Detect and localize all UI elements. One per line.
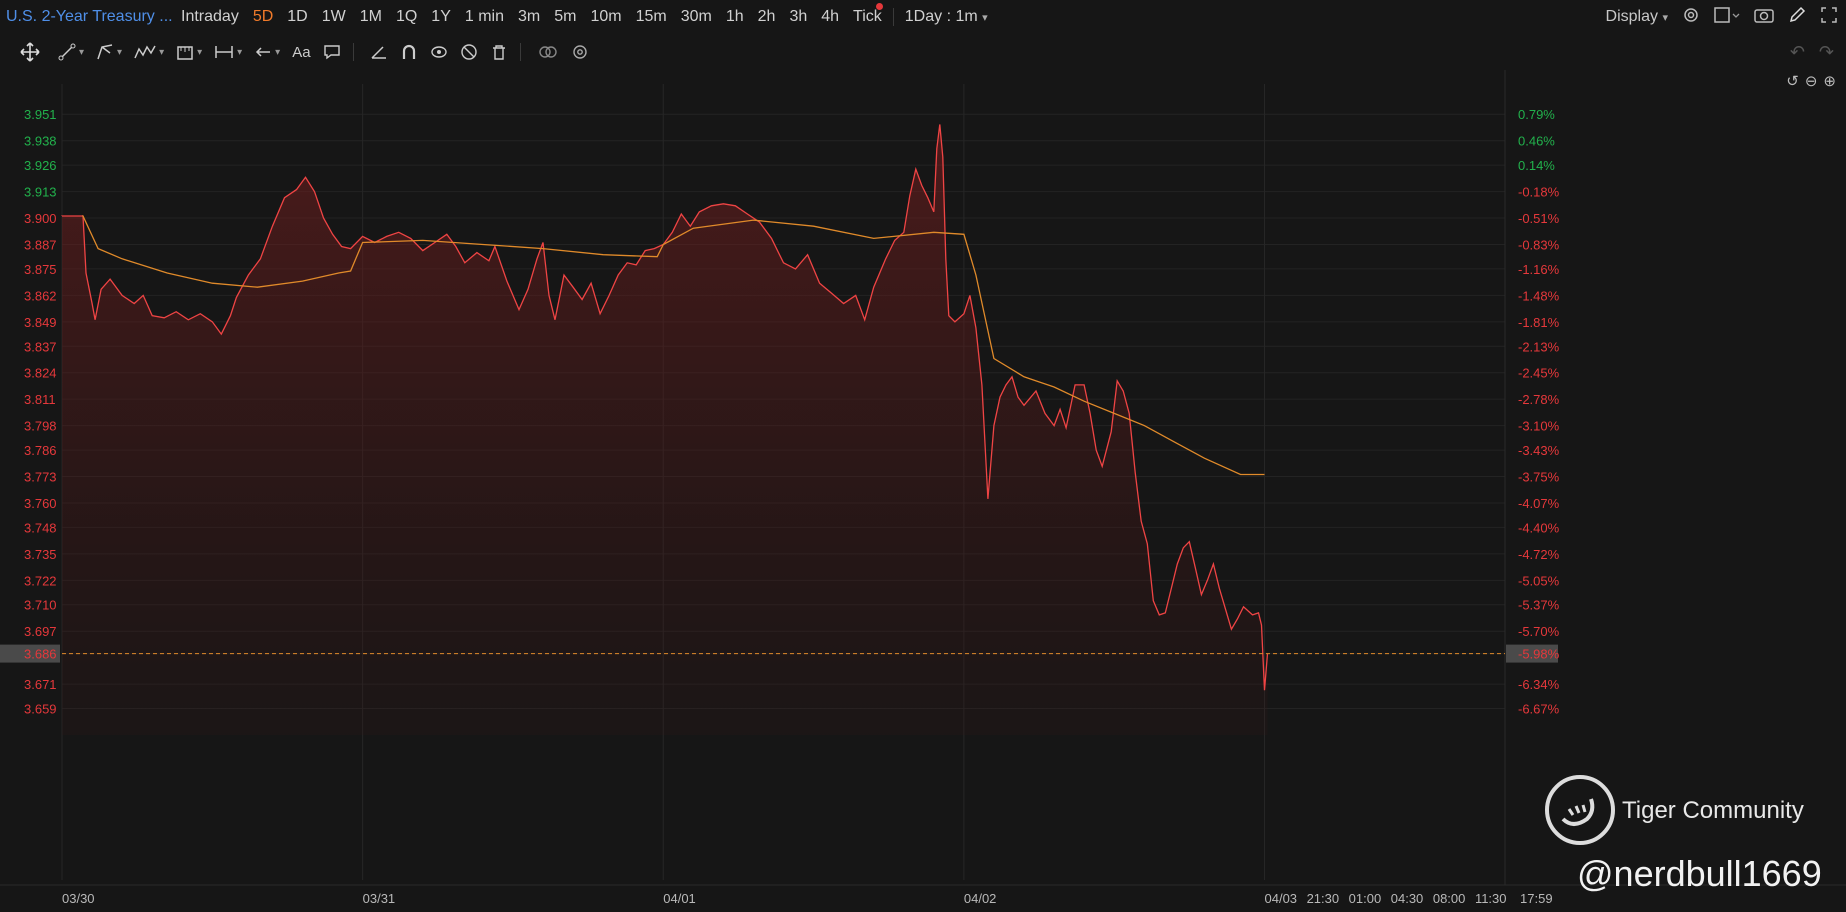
pct-tick-label: 0.79% bbox=[1518, 107, 1555, 122]
price-area bbox=[62, 124, 1268, 735]
pct-tick-label: -3.43% bbox=[1518, 443, 1560, 458]
y-tick-label: 3.697 bbox=[24, 624, 57, 639]
pct-tick-label: -6.34% bbox=[1518, 677, 1560, 692]
y-tick-label: 3.824 bbox=[24, 366, 57, 381]
x-tick-label: 17:59 bbox=[1520, 891, 1553, 906]
pct-tick-label: -5.70% bbox=[1518, 624, 1560, 639]
y-tick-label: 3.837 bbox=[24, 339, 57, 354]
price-area-fill bbox=[62, 124, 1268, 735]
y-tick-label: 3.900 bbox=[24, 211, 57, 226]
x-tick-label: 21:30 bbox=[1307, 891, 1340, 906]
x-tick-label: 04/03 bbox=[1265, 891, 1298, 906]
pct-tick-label: -2.45% bbox=[1518, 366, 1560, 381]
x-tick-label: 08:00 bbox=[1433, 891, 1466, 906]
pct-tick-label: -4.72% bbox=[1518, 547, 1560, 562]
pct-tick-label: -6.67% bbox=[1518, 702, 1560, 717]
y-tick-label: 3.671 bbox=[24, 677, 57, 692]
x-tick-label: 11:30 bbox=[1475, 891, 1507, 906]
y-tick-label: 3.748 bbox=[24, 520, 57, 535]
y-tick-label: 3.773 bbox=[24, 470, 57, 485]
pct-tick-label: 0.14% bbox=[1518, 158, 1555, 173]
tiger-logo-icon bbox=[1545, 775, 1615, 845]
y-tick-label: 3.710 bbox=[24, 598, 57, 613]
pct-tick-label: -0.51% bbox=[1518, 211, 1560, 226]
pct-tick-label: -2.13% bbox=[1518, 339, 1560, 354]
pct-axis-labels: 0.79% 0.46% 0.14% -0.18% -0.51% -0.83% -1.16% -… bbox=[1518, 107, 1560, 716]
pct-tick-label: -2.78% bbox=[1518, 392, 1560, 407]
y-tick-label: 3.887 bbox=[24, 238, 57, 253]
y-tick-label: 3.659 bbox=[24, 702, 57, 717]
x-tick-label: 03/30 bbox=[62, 891, 95, 906]
x-axis-labels: 03/30 03/31 04/01 04/02 04/03 21:30 01:00 04:30… bbox=[62, 891, 1553, 906]
pct-tick-label: -0.83% bbox=[1518, 238, 1560, 253]
x-tick-label: 04/01 bbox=[663, 891, 696, 906]
price-chart[interactable]: 3.951 3.938 3.926 3.913 3.900 3.887 3.875 3.862… bbox=[0, 0, 1846, 912]
y-tick-label: 3.926 bbox=[24, 158, 57, 173]
current-pct-label: -5.98% bbox=[1518, 647, 1560, 662]
pct-tick-label: -5.37% bbox=[1518, 598, 1560, 613]
y-tick-label: 3.722 bbox=[24, 573, 57, 588]
y-tick-label: 3.913 bbox=[24, 185, 57, 200]
y-tick-label: 3.849 bbox=[24, 315, 57, 330]
pct-tick-label: -1.48% bbox=[1518, 288, 1560, 303]
y-axis-labels: 3.951 3.938 3.926 3.913 3.900 3.887 3.875 3.862… bbox=[24, 107, 57, 716]
y-tick-label: 3.951 bbox=[24, 107, 57, 122]
y-tick-label: 3.862 bbox=[24, 288, 57, 303]
pct-tick-label: -3.75% bbox=[1518, 470, 1560, 485]
y-tick-label: 3.938 bbox=[24, 134, 57, 149]
x-tick-label: 03/31 bbox=[363, 891, 396, 906]
watermark-user: @nerdbull1669 bbox=[1577, 853, 1822, 894]
pct-tick-label: -1.16% bbox=[1518, 262, 1560, 277]
y-tick-label: 3.735 bbox=[24, 547, 57, 562]
pct-tick-label: 0.46% bbox=[1518, 134, 1555, 149]
y-tick-label: 3.760 bbox=[24, 496, 57, 511]
y-tick-label: 3.811 bbox=[24, 392, 56, 407]
pct-tick-label: -4.40% bbox=[1518, 520, 1560, 535]
pct-tick-label: -0.18% bbox=[1518, 185, 1560, 200]
x-tick-label: 04/02 bbox=[964, 891, 997, 906]
y-tick-label: 3.798 bbox=[24, 419, 57, 434]
y-tick-label: 3.875 bbox=[24, 262, 57, 277]
current-price-label: 3.686 bbox=[24, 647, 57, 662]
pct-tick-label: -5.05% bbox=[1518, 573, 1560, 588]
pct-tick-label: -1.81% bbox=[1518, 315, 1560, 330]
pct-tick-label: -3.10% bbox=[1518, 419, 1560, 434]
watermark-brand: Tiger Community bbox=[1622, 797, 1804, 824]
x-tick-label: 04:30 bbox=[1391, 891, 1424, 906]
x-tick-label: 01:00 bbox=[1349, 891, 1382, 906]
pct-tick-label: -4.07% bbox=[1518, 496, 1560, 511]
y-tick-label: 3.786 bbox=[24, 443, 57, 458]
